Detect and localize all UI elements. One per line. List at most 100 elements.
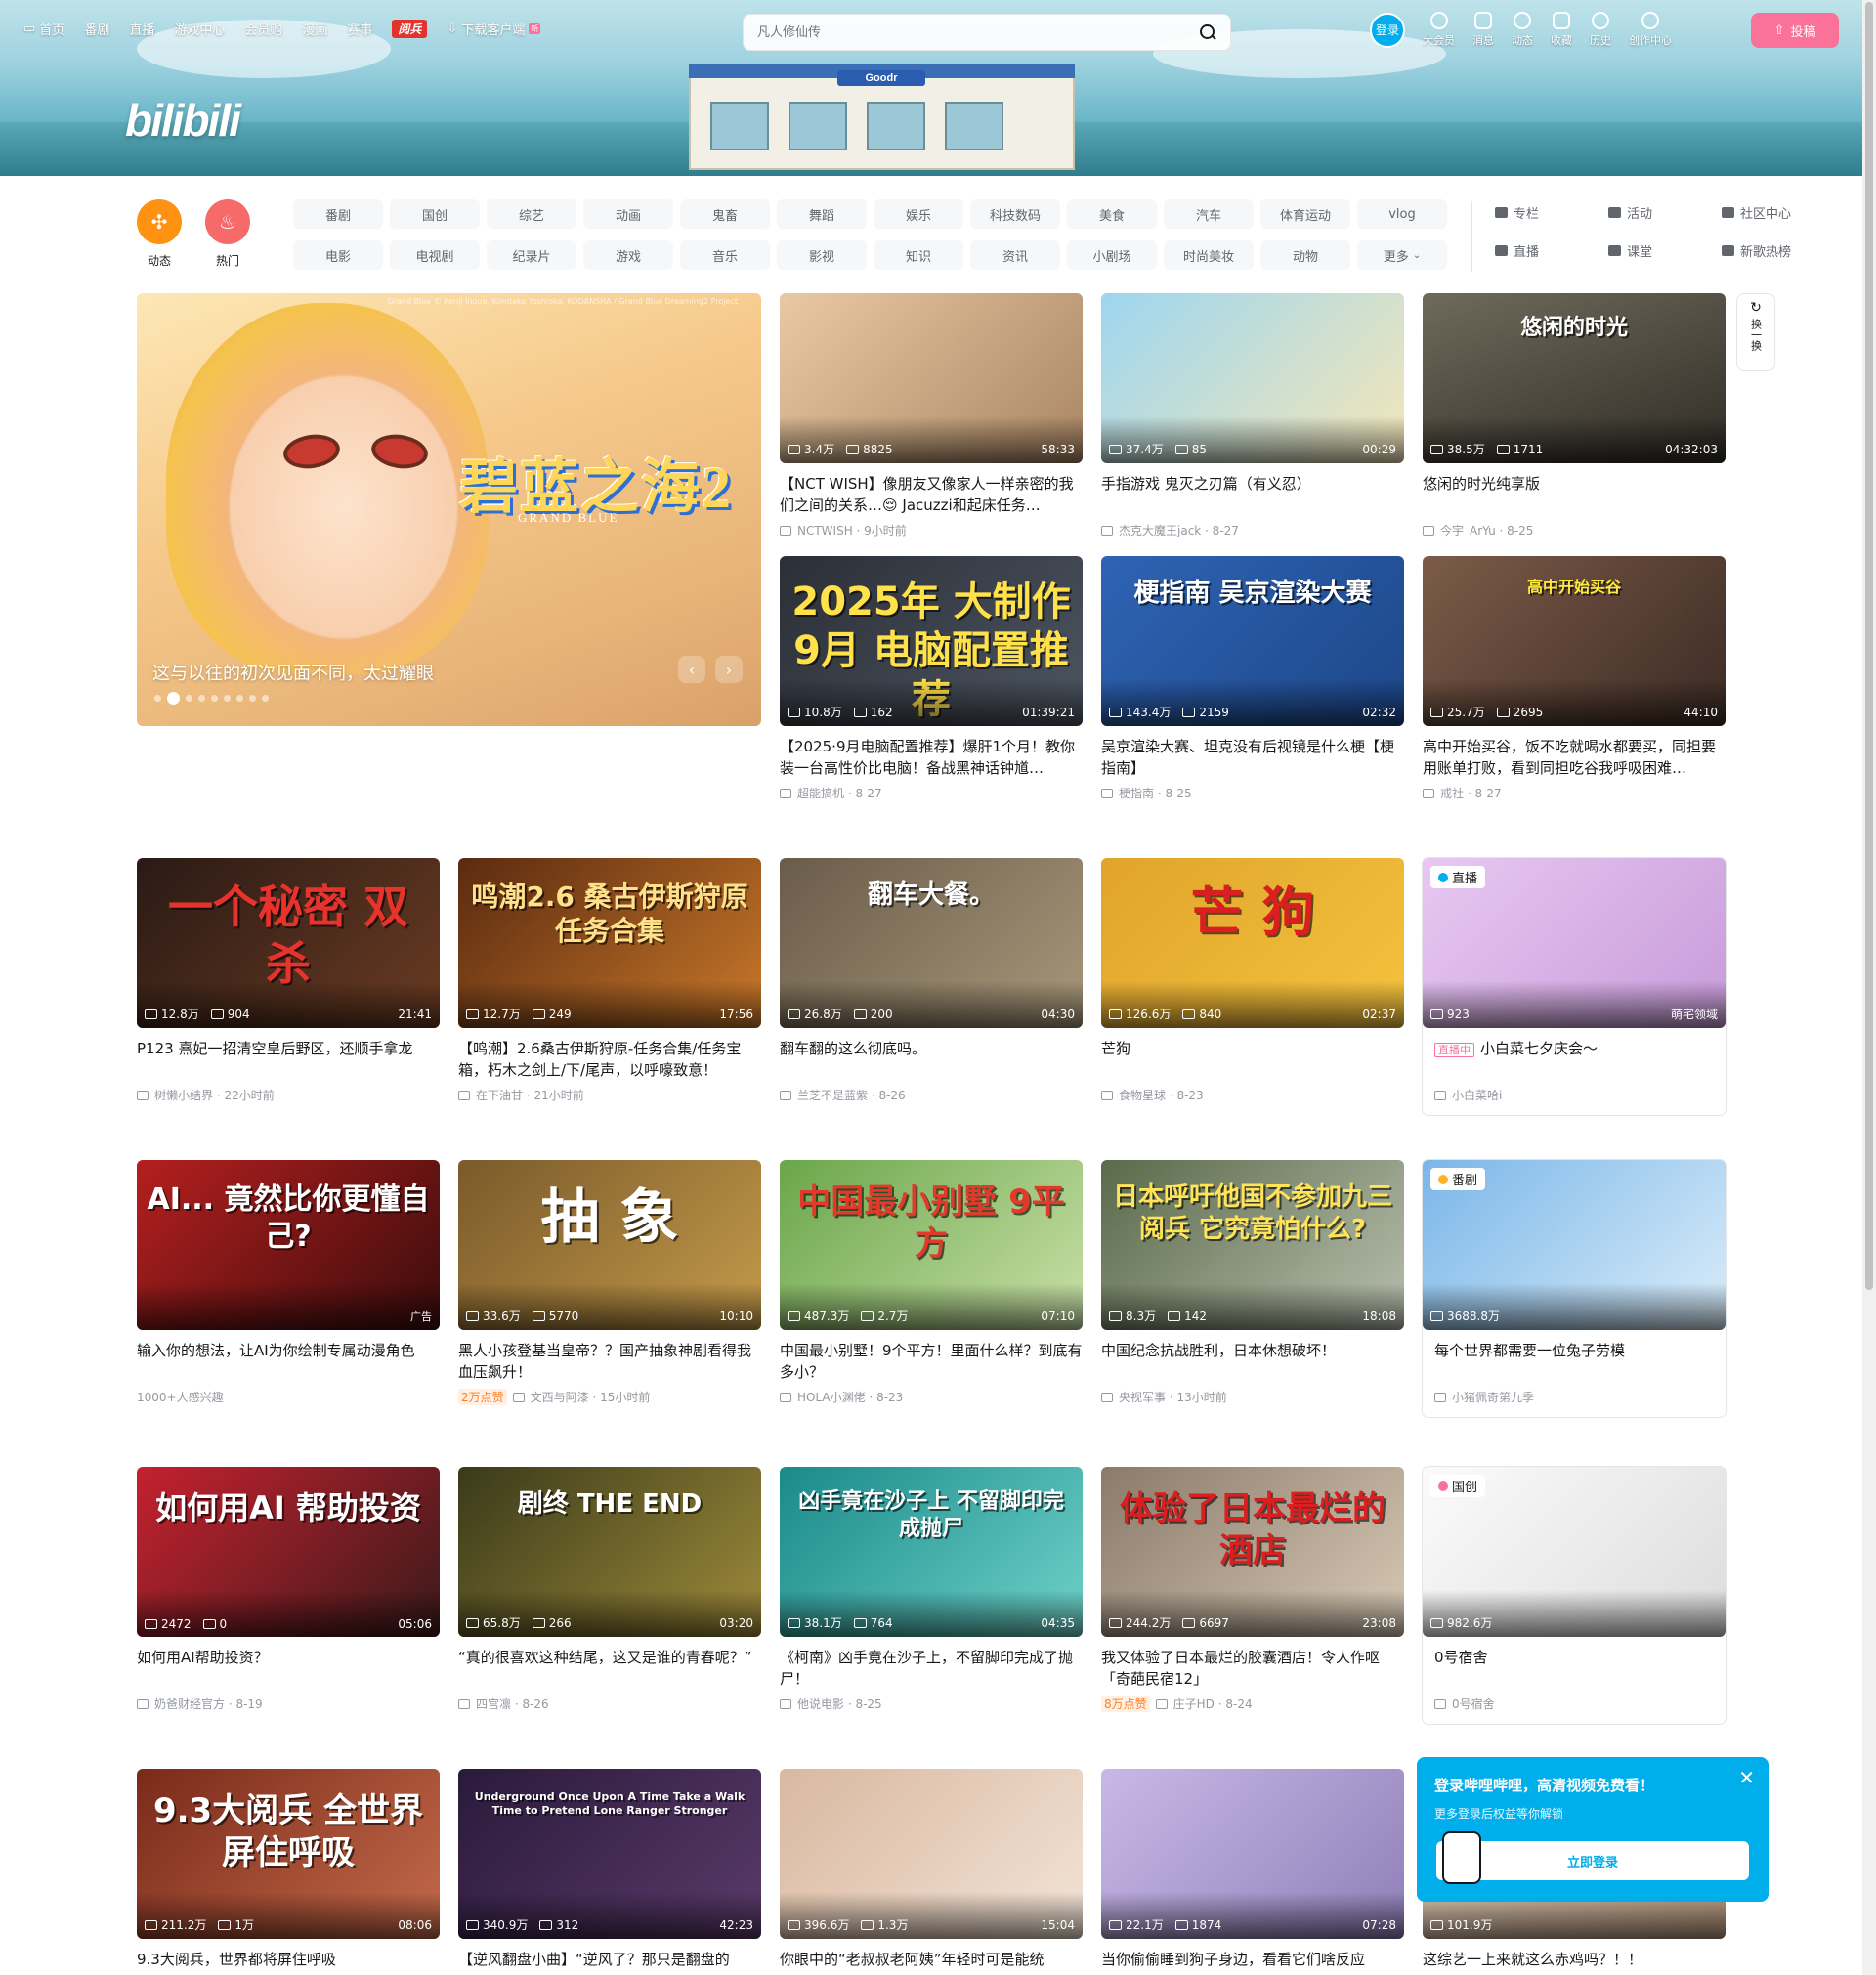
link-live[interactable]: 直播 <box>1495 241 1608 260</box>
channel-movie[interactable]: 电影 <box>293 240 383 270</box>
video-title[interactable]: 【2025·9月电脑配置推荐】爆肝1个月！教你装一台高性价比电脑！备战黑神话钟馗… <box>780 736 1083 779</box>
video-thumbnail[interactable]: 剧终 THE END 65.8万 266 03:20 <box>458 1467 761 1637</box>
video-card[interactable]: 抽 象 33.6万 5770 10:10 黑人小孩登基当皇帝？？国产抽象神剧看得我血压飙… <box>458 1160 761 1405</box>
nav-favorites[interactable]: 收藏 <box>1551 12 1572 48</box>
upload-button[interactable]: ⇧ 投稿 <box>1751 13 1839 48</box>
video-card[interactable]: 3.4万 8825 58:33 【NCT WISH】像朋友又像家人一样亲密的我们之间的… <box>780 293 1083 538</box>
nav-anime[interactable]: 番剧 <box>84 20 109 38</box>
video-card[interactable]: 凶手竟在沙子上 不留脚印完成抛尸 38.1万 764 04:35 《柯南》凶手竟在沙子上… <box>780 1467 1083 1712</box>
video-thumbnail[interactable]: 芒 狗 126.6万 840 02:37 <box>1101 858 1404 1028</box>
video-card[interactable]: 梗指南 吴京渲染大赛 143.4万 2159 02:32 吴京渲染大赛、坦克没有后视镜是… <box>1101 556 1404 801</box>
carousel-dot[interactable] <box>198 695 205 702</box>
login-now-button[interactable]: 立即登录 <box>1436 1841 1749 1880</box>
video-card[interactable]: 直播 923 萌宅领域 直播中 小白菜七夕庆会～ 小白菜哈i <box>1423 858 1726 1115</box>
video-title[interactable]: 你眼中的“老叔叔老阿姨”年轻时可是能统 <box>780 1949 1083 1975</box>
video-title[interactable]: 《柯南》凶手竟在沙子上，不留脚印完成了抛尸！ <box>780 1647 1083 1690</box>
nav-creator-center[interactable]: 创作中心 <box>1629 12 1672 48</box>
video-title[interactable]: 悠闲的时光纯享版 <box>1423 473 1726 516</box>
channel-entertainment[interactable]: 娱乐 <box>874 199 963 229</box>
video-thumbnail[interactable]: 国创 982.6万 <box>1423 1467 1726 1637</box>
video-card[interactable]: 高中开始买谷 25.7万 2695 44:10 高中开始买谷，饭不吃就喝水都要买，同担要… <box>1423 556 1726 801</box>
video-thumbnail[interactable]: 37.4万 85 00:29 <box>1101 293 1404 463</box>
uploader-name[interactable]: 梗指南 · 8-25 <box>1119 785 1192 801</box>
channel-variety[interactable]: 综艺 <box>487 199 576 229</box>
nav-home[interactable]: ▭ 首页 <box>23 20 64 38</box>
uploader-name[interactable]: 1000+人感兴趣 <box>137 1389 224 1405</box>
video-card[interactable]: Underground Once Upon A Time Take a Walk… <box>458 1769 761 1975</box>
uploader-name[interactable]: 0号宿舍 <box>1452 1696 1495 1712</box>
nav-messages[interactable]: 消息 <box>1472 12 1494 48</box>
video-card[interactable]: 如何用AI 帮助投资 2472 0 05:06 如何用AI帮助投资？ 奶爸财经官方 · 8… <box>137 1467 440 1712</box>
carousel-next-button[interactable]: › <box>715 656 743 683</box>
video-thumbnail[interactable]: 22.1万 1874 07:28 <box>1101 1769 1404 1939</box>
video-title[interactable]: 中国最小别墅！9个平方！里面什么样？到底有多小？ <box>780 1340 1083 1383</box>
nav-vip[interactable]: 大会员 <box>1423 12 1455 48</box>
channel-car[interactable]: 汽车 <box>1164 199 1254 229</box>
video-card[interactable]: 37.4万 85 00:29 手指游戏 鬼灭之刃篇（有义忍） 杰克大魔王jack · 8… <box>1101 293 1404 538</box>
video-title[interactable]: 芒狗 <box>1101 1038 1404 1081</box>
video-card[interactable]: 悠闲的时光 38.5万 1711 04:32:03 悠闲的时光纯享版 今宇_ArYu · … <box>1423 293 1726 538</box>
uploader-name[interactable]: 奶爸财经官方 · 8-19 <box>154 1696 263 1712</box>
carousel-dot[interactable] <box>236 695 243 702</box>
link-classroom[interactable]: 课堂 <box>1608 241 1722 260</box>
channel-mini-theater[interactable]: 小剧场 <box>1067 240 1157 270</box>
video-title[interactable]: 当你偷偷睡到狗子身边，看看它们啥反应 <box>1101 1949 1404 1975</box>
channel-film-tv[interactable]: 影视 <box>777 240 867 270</box>
uploader-name[interactable]: 四宫凛 · 8-26 <box>476 1696 549 1712</box>
video-thumbnail[interactable]: 中国最小别墅 9平方 487.3万 2.7万 07:10 <box>780 1160 1083 1330</box>
video-thumbnail[interactable]: 抽 象 33.6万 5770 10:10 <box>458 1160 761 1330</box>
video-thumbnail[interactable]: 翻车大餐。 26.8万 200 04:30 <box>780 858 1083 1028</box>
video-card[interactable]: 鸣潮2.6 桑古伊斯狩原 任务合集 12.7万 249 17:56 【鸣潮】2.6桑古伊… <box>458 858 761 1103</box>
video-title[interactable]: 我又体验了日本最烂的胶囊酒店！令人作呕「奇葩民宿12」 <box>1101 1647 1404 1690</box>
video-title[interactable]: P123 熹妃一招清空皇后野区，还顺手拿龙 <box>137 1038 440 1081</box>
nav-live[interactable]: 直播 <box>129 20 154 38</box>
link-activity[interactable]: 活动 <box>1608 203 1722 222</box>
video-title[interactable]: 输入你的想法，让AI为你绘制专属动漫角色 <box>137 1340 440 1383</box>
channel-documentary[interactable]: 纪录片 <box>487 240 576 270</box>
video-card[interactable]: AI... 竟然比你更懂自己? 广告 输入你的想法，让AI为你绘制专属动漫角色 100… <box>137 1160 440 1405</box>
uploader-name[interactable]: 超能搞机 · 8-27 <box>797 785 882 801</box>
uploader-name[interactable]: 小白菜哈i <box>1452 1087 1502 1103</box>
video-title[interactable]: 直播中 小白菜七夕庆会～ <box>1423 1038 1726 1081</box>
video-title[interactable]: 0号宿舍 <box>1423 1647 1726 1690</box>
video-thumbnail[interactable]: 梗指南 吴京渲染大赛 143.4万 2159 02:32 <box>1101 556 1404 726</box>
channel-guochuang[interactable]: 国创 <box>390 199 480 229</box>
video-card[interactable]: 番剧 3688.8万 每个世界都需要一位兔子劳模 小猪佩奇第九季 <box>1423 1160 1726 1417</box>
nav-manga[interactable]: 漫画 <box>302 20 327 38</box>
video-title[interactable]: “真的很喜欢这种结尾，这又是谁的青春呢？” <box>458 1647 761 1690</box>
carousel-dot[interactable] <box>186 695 192 702</box>
uploader-name[interactable]: HOLA小渊佬 · 8-23 <box>797 1389 903 1405</box>
video-title[interactable]: 【NCT WISH】像朋友又像家人一样亲密的我们之间的关系…😌 Jacuzzi和… <box>780 473 1083 516</box>
uploader-name[interactable]: 兰芝不是蓝紫 · 8-26 <box>797 1087 906 1103</box>
video-thumbnail[interactable]: 凶手竟在沙子上 不留脚印完成抛尸 38.1万 764 04:35 <box>780 1467 1083 1637</box>
uploader-name[interactable]: 树懒小结界 · 22小时前 <box>154 1087 275 1103</box>
carousel-dot[interactable] <box>211 695 218 702</box>
video-thumbnail[interactable]: 一个秘密 双杀 12.8万 904 21:41 <box>137 858 440 1028</box>
hero-carousel[interactable]: Grand Blue © Kenji Inoue, Kimitake Yoshi… <box>137 293 761 726</box>
uploader-name[interactable]: 戒社 · 8-27 <box>1440 785 1502 801</box>
uploader-name[interactable]: 庄子HD · 8-24 <box>1173 1696 1253 1712</box>
video-card[interactable]: 体验了日本最烂的酒店 244.2万 6697 23:08 我又体验了日本最烂的胶囊酒店！… <box>1101 1467 1404 1712</box>
video-card[interactable]: 国创 982.6万 0号宿舍 0号宿舍 <box>1423 1467 1726 1724</box>
uploader-name[interactable]: 在下油甘 · 21小时前 <box>476 1087 584 1103</box>
carousel-dot[interactable] <box>224 695 231 702</box>
video-card[interactable]: 一个秘密 双杀 12.8万 904 21:41 P123 熹妃一招清空皇后野区，还顺手拿… <box>137 858 440 1103</box>
video-title[interactable]: 翻车翻的这么彻底吗。 <box>780 1038 1083 1081</box>
uploader-name[interactable]: 文西与阿漆 · 15小时前 <box>531 1389 651 1405</box>
carousel-dot-active[interactable] <box>167 692 180 705</box>
video-thumbnail[interactable]: 3.4万 8825 58:33 <box>780 293 1083 463</box>
nav-dynamic[interactable]: 动态 <box>1512 12 1533 48</box>
channel-game[interactable]: 游戏 <box>583 240 673 270</box>
video-card[interactable]: 芒 狗 126.6万 840 02:37 芒狗 食物星球 · 8-23 <box>1101 858 1404 1103</box>
video-thumbnail[interactable]: 番剧 3688.8万 <box>1423 1160 1726 1330</box>
nav-history[interactable]: 历史 <box>1590 12 1611 48</box>
video-card[interactable]: 22.1万 1874 07:28 当你偷偷睡到狗子身边，看看它们啥反应 <box>1101 1769 1404 1975</box>
video-card[interactable]: 中国最小别墅 9平方 487.3万 2.7万 07:10 中国最小别墅！9个平方！里面什… <box>780 1160 1083 1405</box>
close-icon[interactable]: ✕ <box>1738 1768 1755 1787</box>
channel-animation[interactable]: 动画 <box>583 199 673 229</box>
video-title[interactable]: 高中开始买谷，饭不吃就喝水都要买，同担要用账单打败，看到同担吃谷我呼吸困难… <box>1423 736 1726 779</box>
uploader-name[interactable]: 小猪佩奇第九季 <box>1452 1389 1534 1405</box>
video-card[interactable]: 396.6万 1.3万 15:04 你眼中的“老叔叔老阿姨”年轻时可是能统 <box>780 1769 1083 1975</box>
uploader-name[interactable]: 今宇_ArYu · 8-25 <box>1440 522 1533 538</box>
nav-download[interactable]: ⇩ 下载客户端新 <box>447 20 541 38</box>
